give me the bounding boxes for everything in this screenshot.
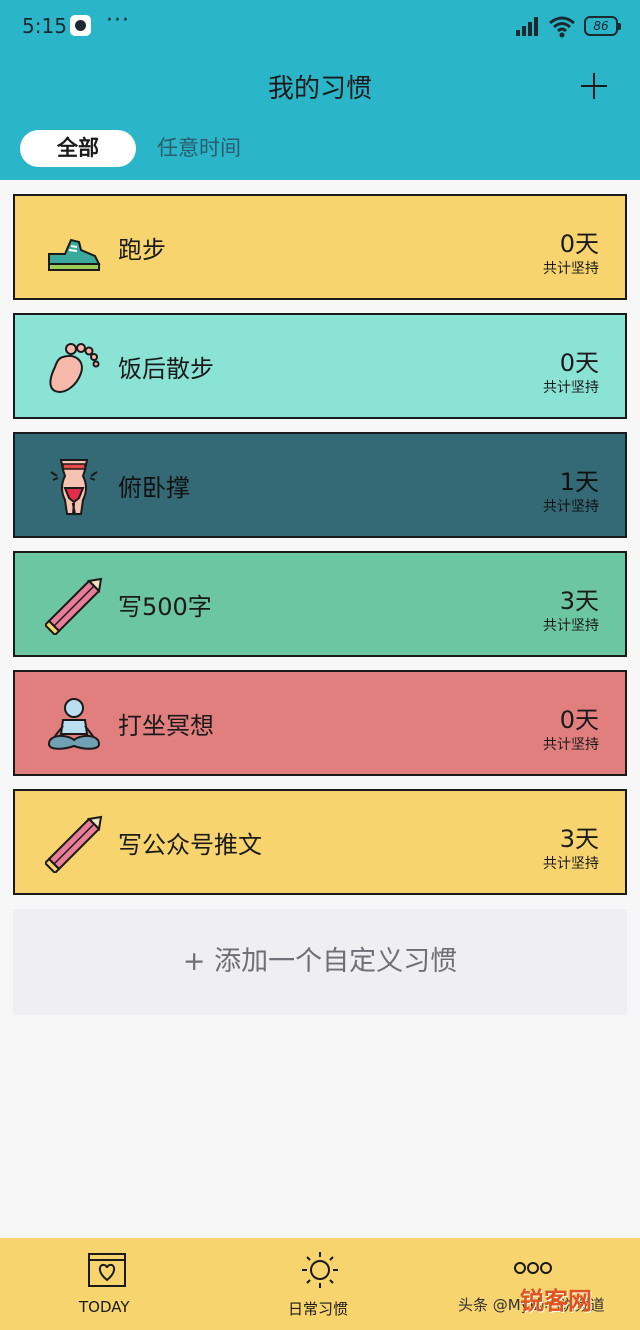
pencil-icon <box>45 815 103 873</box>
habit-card-write-500[interactable]: 写500字 3天 共计坚持 <box>13 551 627 657</box>
habit-days-caption: 共计坚持 <box>543 856 599 872</box>
habit-name: 写公众号推文 <box>118 831 262 859</box>
status-time: 5:15 <box>22 14 67 38</box>
wifi-icon <box>549 16 575 38</box>
habit-days-caption: 共计坚持 <box>543 380 599 396</box>
nav-label: 日常习惯 <box>288 1300 349 1318</box>
add-custom-habit-button[interactable]: + 添加一个自定义习惯 <box>13 909 627 1015</box>
habit-days-caption: 共计坚持 <box>543 499 599 515</box>
watermark-brand: 锐客网 <box>520 1287 592 1315</box>
nav-today[interactable]: TODAY <box>60 1238 154 1330</box>
sun-icon <box>302 1252 338 1288</box>
footprint-icon <box>49 343 100 393</box>
add-habit-button[interactable] <box>578 70 610 102</box>
more-dots-icon <box>514 1262 552 1274</box>
waist-icon <box>50 459 98 515</box>
habit-name: 写500字 <box>118 593 212 621</box>
habit-days: 1天 <box>559 468 599 496</box>
habit-card-walk[interactable]: 饭后散步 0天 共计坚持 <box>13 313 627 419</box>
habit-days: 3天 <box>559 825 599 853</box>
nav-label: TODAY <box>79 1298 130 1316</box>
habit-days: 3天 <box>559 587 599 615</box>
habit-card-article[interactable]: 写公众号推文 3天 共计坚持 <box>13 789 627 895</box>
habit-days: 0天 <box>559 706 599 734</box>
habit-days: 0天 <box>559 349 599 377</box>
sneaker-icon <box>48 238 101 271</box>
habit-name: 打坐冥想 <box>118 712 214 740</box>
app-header: 5:15 ··· 86 我的习惯 全部 任意时间 <box>0 0 640 180</box>
notification-icon <box>70 15 91 36</box>
habit-card-pushups[interactable]: 俯卧撑 1天 共计坚持 <box>13 432 627 538</box>
habit-days-caption: 共计坚持 <box>543 618 599 634</box>
signal-icon <box>516 17 538 36</box>
page-title: 我的习惯 <box>267 74 372 104</box>
habit-name: 俯卧撑 <box>118 474 190 502</box>
habit-days-caption: 共计坚持 <box>543 261 599 277</box>
habit-card-meditation[interactable]: 打坐冥想 0天 共计坚持 <box>13 670 627 776</box>
tab-anytime[interactable]: 任意时间 <box>157 130 241 167</box>
battery-icon: 86 <box>584 16 621 36</box>
habit-name: 跑步 <box>118 236 166 264</box>
meditation-icon <box>47 698 101 750</box>
status-more-icon: ··· <box>106 8 130 33</box>
tab-all[interactable]: 全部 <box>20 130 136 167</box>
habit-days-caption: 共计坚持 <box>543 737 599 753</box>
nav-daily-habits[interactable]: 日常习惯 <box>280 1238 360 1330</box>
pencil-icon <box>45 577 103 635</box>
calendar-heart-icon <box>88 1253 126 1287</box>
habit-card-running[interactable]: 跑步 0天 共计坚持 <box>13 194 627 300</box>
habit-days: 0天 <box>559 230 599 258</box>
habit-name: 饭后散步 <box>118 355 214 383</box>
status-bar: 5:15 ··· 86 <box>0 0 640 54</box>
